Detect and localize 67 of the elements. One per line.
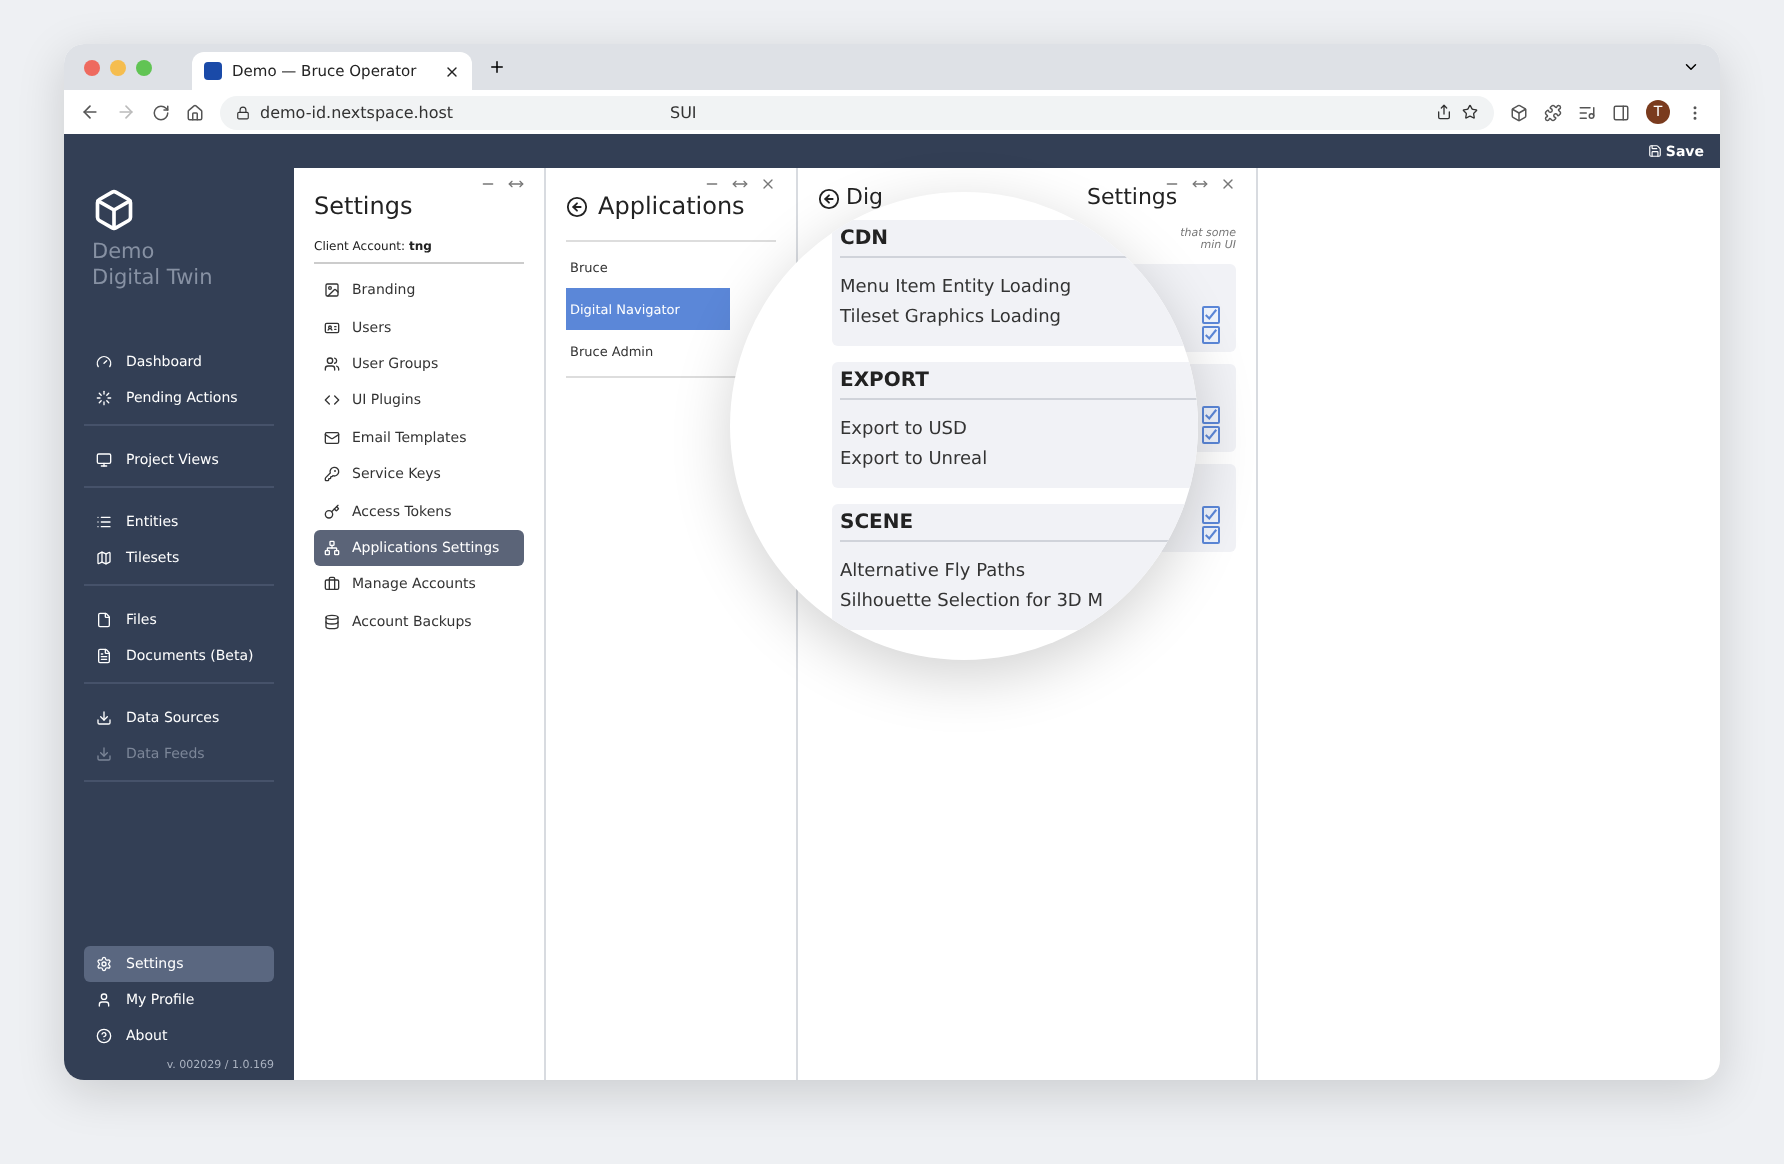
setting-label: Alternative Fly Paths — [840, 560, 1028, 586]
zoom-window-dot[interactable] — [136, 59, 152, 75]
user-icon — [96, 992, 112, 1008]
resize-icon[interactable] — [732, 176, 748, 192]
users-icon — [324, 355, 340, 372]
checkbox[interactable] — [1202, 506, 1220, 524]
cube-icon[interactable] — [1510, 103, 1528, 121]
download-tray-icon — [96, 710, 112, 726]
list-icon — [96, 514, 112, 530]
minimize-window-dot[interactable] — [110, 59, 126, 75]
resize-icon[interactable] — [508, 176, 524, 192]
id-card-icon — [324, 319, 340, 336]
code-icon — [324, 392, 340, 409]
home-icon[interactable] — [186, 103, 204, 121]
panel-title-fragment: Settings — [1087, 186, 1178, 210]
checkbox[interactable] — [1202, 306, 1220, 324]
setting-label: Menu Item Entity Loading — [840, 276, 1074, 302]
share-icon[interactable] — [1436, 104, 1452, 120]
back-icon[interactable] — [818, 187, 840, 209]
spinner-icon — [96, 390, 112, 406]
setting-label: Export to USD — [840, 418, 969, 444]
save-icon — [1647, 144, 1662, 158]
back-icon[interactable] — [80, 102, 100, 122]
close-icon[interactable] — [444, 63, 460, 79]
setting-label: Silhouette Selection for 3D M — [840, 590, 1105, 616]
mail-icon — [324, 429, 340, 446]
gauge-icon — [96, 354, 112, 370]
url-field[interactable]: demo-id.nextspace.host SUI — [220, 95, 1494, 129]
file-icon — [96, 612, 112, 628]
lock-icon — [236, 105, 250, 119]
close-window-dot[interactable] — [84, 59, 100, 75]
panel-title-fragment: Dig — [846, 186, 884, 210]
new-tab-icon[interactable] — [488, 58, 506, 76]
back-icon[interactable] — [566, 195, 588, 217]
reload-icon[interactable] — [152, 103, 170, 121]
brand-name: Demo — [92, 240, 157, 266]
cube-logo-icon — [92, 188, 136, 232]
settings-icon — [96, 956, 112, 972]
network-icon — [324, 539, 340, 556]
setting-label: Tileset Graphics Loading — [840, 306, 1063, 332]
download-tray-icon — [96, 746, 112, 762]
monitor-icon — [96, 452, 112, 468]
image-icon — [324, 282, 340, 299]
briefcase-icon — [324, 576, 340, 593]
site-icon — [204, 62, 222, 80]
checkbox[interactable] — [1202, 426, 1220, 444]
playlist-icon[interactable] — [1578, 103, 1596, 121]
section-heading: SCENE — [840, 512, 1198, 542]
checkbox[interactable] — [1202, 326, 1220, 344]
key-icon — [324, 466, 340, 483]
help-icon — [96, 1028, 112, 1044]
checkbox[interactable] — [1202, 406, 1220, 424]
side-panel-icon[interactable] — [1612, 103, 1630, 121]
extensions-icon[interactable] — [1544, 103, 1562, 121]
section-heading: EXPORT — [840, 370, 1198, 400]
database-icon — [324, 613, 340, 630]
panel-title: Applications — [598, 192, 745, 220]
setting-label: Export to Unreal — [840, 448, 990, 474]
map-icon — [96, 550, 112, 566]
panel-title: Settings — [314, 192, 415, 220]
chevron-down-icon[interactable] — [1682, 58, 1700, 76]
document-icon — [96, 648, 112, 664]
brand-name: Digital Twin — [92, 266, 215, 292]
bookmark-star-icon[interactable] — [1462, 104, 1478, 120]
key-icon — [324, 503, 340, 520]
checkbox[interactable] — [1202, 526, 1220, 544]
resize-icon[interactable] — [1192, 176, 1208, 192]
